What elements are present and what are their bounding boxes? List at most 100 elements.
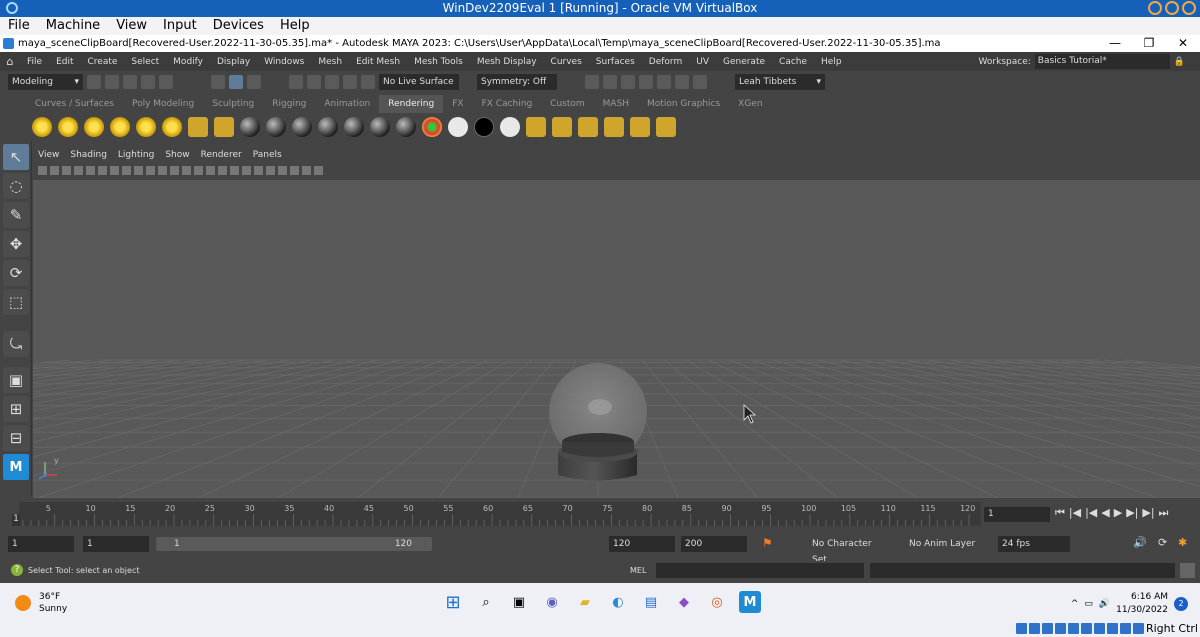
script-editor-icon[interactable] <box>1180 563 1195 578</box>
panel-menu-renderer[interactable]: Renderer <box>201 150 242 162</box>
select-component-icon[interactable] <box>247 75 261 89</box>
usb-status-icon[interactable] <box>1067 623 1079 634</box>
anim-prefs-icon[interactable]: ✱ <box>1178 536 1187 549</box>
clock[interactable]: 6:16 AM 11/30/2022 <box>1116 591 1168 617</box>
vbox-menu-help[interactable]: Help <box>280 17 310 35</box>
maximize-icon[interactable] <box>1165 1 1179 15</box>
command-line-input[interactable] <box>656 563 864 578</box>
hdd-status-icon[interactable] <box>1015 623 1027 634</box>
isolate-select-icon[interactable] <box>278 165 287 175</box>
cpu-status-icon[interactable] <box>1119 623 1131 634</box>
point-light-icon[interactable] <box>84 117 104 137</box>
range-slider-bar[interactable]: 1 120 <box>156 537 432 551</box>
fps-dropdown[interactable]: 24 fps <box>998 536 1070 552</box>
menu-curves[interactable]: Curves <box>544 57 589 67</box>
camera-select-icon[interactable] <box>38 165 47 175</box>
auto-key-icon[interactable]: ⚑ <box>762 536 773 550</box>
safe-action-icon[interactable] <box>146 165 155 175</box>
shared-folders-status-icon[interactable] <box>1080 623 1092 634</box>
render-frame-icon[interactable] <box>585 75 599 89</box>
vbox-menu-input[interactable]: Input <box>163 17 197 35</box>
hypershade-shelf-icon[interactable] <box>656 117 676 137</box>
snap-view-icon[interactable] <box>343 75 357 89</box>
play-backwards-icon[interactable]: ◀ <box>1101 506 1109 520</box>
current-frame-marker[interactable]: 1 <box>12 514 20 526</box>
white-material-icon[interactable] <box>448 117 468 137</box>
last-tool-icon[interactable]: ⤿ <box>3 331 29 357</box>
vbox-window-controls[interactable] <box>1148 1 1196 15</box>
search-icon[interactable]: ⌕ <box>475 591 497 613</box>
menu-mesh[interactable]: Mesh <box>311 57 349 67</box>
light-editor-icon[interactable] <box>675 75 689 89</box>
spot-light-icon[interactable] <box>110 117 130 137</box>
lambert-material-icon[interactable] <box>266 117 286 137</box>
anim-end-field[interactable]: 120 <box>609 536 675 552</box>
camera-icon[interactable] <box>188 117 208 137</box>
menu-cache[interactable]: Cache <box>772 57 814 67</box>
snap-surface-icon[interactable] <box>361 75 375 89</box>
mouse-integration-status-icon[interactable] <box>1132 623 1144 634</box>
snap-curve-icon[interactable] <box>307 75 321 89</box>
area-light-icon[interactable] <box>136 117 156 137</box>
panel-menu-view[interactable]: View <box>38 150 59 162</box>
volume-icon[interactable]: 🔊 <box>1099 599 1110 609</box>
time-slider-track[interactable]: 5 10 15 20 25 30 35 40 45 50 55 60 65 70 75 80 85 90 95 100… <box>19 502 981 526</box>
batch-render-icon[interactable] <box>604 117 624 137</box>
minimize-icon[interactable] <box>1148 1 1162 15</box>
step-back-frame-icon[interactable]: |◀ <box>1085 506 1097 520</box>
panel-menu-lighting[interactable]: Lighting <box>118 150 154 162</box>
single-view-icon[interactable]: ▣ <box>3 367 29 393</box>
maya-close-button[interactable]: ✕ <box>1166 35 1200 52</box>
shelf-tab-animation[interactable]: Animation <box>315 95 379 113</box>
network-status-icon[interactable] <box>1054 623 1066 634</box>
camera-attributes-icon[interactable] <box>50 165 59 175</box>
anim-layer-dropdown[interactable]: No Anim Layer <box>905 536 979 552</box>
snap-point-icon[interactable] <box>325 75 339 89</box>
ipr-icon[interactable] <box>578 117 598 137</box>
grid-toggle-icon[interactable] <box>86 165 95 175</box>
render-setup-icon[interactable] <box>657 75 671 89</box>
shelf-tab-sculpting[interactable]: Sculpting <box>203 95 263 113</box>
menu-mesh-display[interactable]: Mesh Display <box>470 57 544 67</box>
character-set-dropdown[interactable]: No Character Set <box>808 536 882 565</box>
maya-home-icon[interactable]: M <box>3 454 29 480</box>
live-surface-field[interactable]: No Live Surface <box>379 74 459 90</box>
hypershade-icon[interactable] <box>639 75 653 89</box>
edge-icon[interactable]: ◐ <box>607 591 629 613</box>
go-to-start-icon[interactable]: ⏮ <box>1055 506 1065 520</box>
maya-restore-button[interactable]: ❐ <box>1132 35 1166 52</box>
start-button-icon[interactable]: ⊞ <box>442 591 464 613</box>
menu-mesh-tools[interactable]: Mesh Tools <box>407 57 470 67</box>
lock-icon[interactable]: 🔒 <box>1174 57 1185 67</box>
home-icon[interactable]: ⌂ <box>0 55 20 68</box>
new-scene-icon[interactable] <box>87 75 101 89</box>
menu-create[interactable]: Create <box>81 57 125 67</box>
shelf-tab-rendering[interactable]: Rendering <box>379 95 444 113</box>
vbox-menu-devices[interactable]: Devices <box>213 17 264 35</box>
step-back-key-icon[interactable]: |◀ <box>1069 506 1081 520</box>
shelf-tab-fx-caching[interactable]: FX Caching <box>473 95 542 113</box>
ipr-render-icon[interactable] <box>603 75 617 89</box>
render-settings-shelf-icon[interactable] <box>630 117 650 137</box>
store-icon[interactable]: ▤ <box>640 591 662 613</box>
vbox-menu-view[interactable]: View <box>116 17 147 35</box>
visual-studio-icon[interactable]: ◆ <box>673 591 695 613</box>
paint-select-tool-icon[interactable]: ✎ <box>3 202 29 228</box>
perspective-viewport[interactable]: y z <box>33 180 1200 498</box>
select-object-icon[interactable] <box>229 75 243 89</box>
symmetry-dropdown[interactable]: Symmetry: Off <box>477 74 557 90</box>
shelf-tab-rigging[interactable]: Rigging <box>263 95 315 113</box>
snap-grid-icon[interactable] <box>289 75 303 89</box>
render-current-icon[interactable] <box>552 117 572 137</box>
phong-e-material-icon[interactable] <box>318 117 338 137</box>
menu-modify[interactable]: Modify <box>166 57 210 67</box>
ramp-material-icon[interactable] <box>396 117 416 137</box>
open-scene-icon[interactable] <box>105 75 119 89</box>
save-scene-icon[interactable] <box>123 75 137 89</box>
step-forward-frame-icon[interactable]: ▶| <box>1126 506 1138 520</box>
shelf-tab-motion-graphics[interactable]: Motion Graphics <box>638 95 729 113</box>
current-frame-field[interactable]: 1 <box>984 507 1050 522</box>
gate-mask-icon[interactable] <box>122 165 131 175</box>
volume-light-icon[interactable] <box>162 117 182 137</box>
ambient-light-icon[interactable] <box>32 117 52 137</box>
